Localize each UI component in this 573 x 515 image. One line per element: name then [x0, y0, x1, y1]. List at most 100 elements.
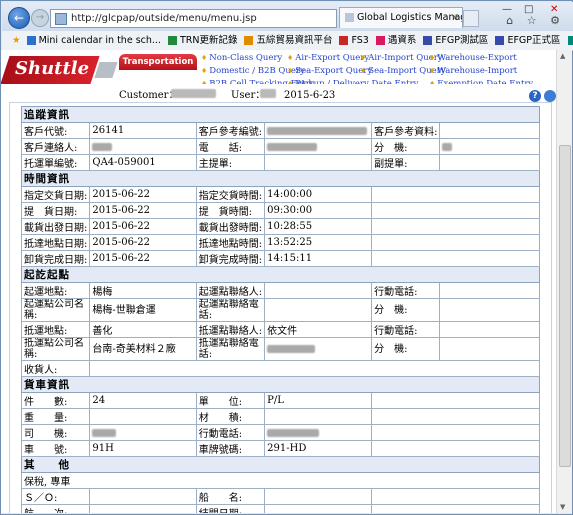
time-date: 2015-06-22: [89, 234, 197, 251]
dest-company: 台南-奇美材料２廠: [89, 337, 197, 361]
driver-mobile-label: 行動電話:: [195, 424, 266, 441]
favorite-item[interactable]: 遇資系: [375, 35, 416, 46]
dest-company-label: 抵運點公司名稱:: [20, 337, 91, 361]
help-icon[interactable]: ?: [529, 90, 541, 102]
favorites-bar: ★ Mini calendar in the sch... TRN更新記錄 五綜貿易…: [2, 31, 573, 51]
time-row: 指定交貨日期: 2015-06-22 指定交貨時間: 14:00:00: [20, 186, 540, 203]
origin-company: 楊梅-世聯倉運: [89, 298, 197, 322]
time-row: 載貨出發日期: 2015-06-22 載貨出發時間: 10:28:55: [20, 218, 540, 235]
volume-label: 材 積:: [195, 408, 266, 425]
customer-code-label: 客戶代號:: [20, 122, 91, 139]
dest-contact-label: 抵運點聯絡人:: [195, 321, 266, 338]
scroll-up-icon[interactable]: ▲: [560, 52, 565, 60]
time-label: 卸貨完成時間:: [195, 250, 266, 267]
favorite-item[interactable]: Mini calendar in the sch...: [26, 35, 161, 46]
customer-contact-redacted: [89, 138, 197, 155]
menu-air-export-query[interactable]: Air-Export Query: [287, 52, 369, 65]
vertical-scrollbar[interactable]: ▲ ▼: [556, 50, 572, 513]
customer-code: 26141: [89, 122, 197, 139]
toolbar-icons[interactable]: ⌂ ☆ ⚙: [506, 14, 565, 27]
favorite-site-icon: [167, 36, 177, 45]
driver-mobile-redacted: [264, 424, 373, 441]
pieces-label: 件 數:: [20, 392, 91, 409]
origin-mobile-label: 行動電話:: [371, 282, 441, 299]
time-date: 2015-06-22: [89, 202, 197, 219]
favorite-site-icon: [423, 36, 433, 45]
dest-mobile: [439, 321, 540, 338]
time-row: 抵達地點日期: 2015-06-22 抵達地點時間: 13:52:25: [20, 234, 540, 251]
time-row: 提 貨日期: 2015-06-22 提 貨時間: 09:30:00: [20, 202, 540, 219]
favorite-item[interactable]: 五綜貿易資訊平台: [244, 35, 332, 46]
pieces: 24: [89, 392, 197, 409]
voyage: [89, 504, 197, 513]
driver-redacted: [89, 424, 197, 441]
origin-ext: [439, 298, 540, 322]
dest-mobile-label: 行動電話:: [371, 321, 441, 338]
customer-ref-no-redacted: [264, 122, 373, 139]
close-date-label: 結關日期:: [195, 504, 266, 513]
favorite-site-icon: [339, 36, 349, 45]
time-date: 2015-06-22: [89, 250, 197, 267]
plate-label: 車牌號碼:: [195, 440, 266, 457]
browser-tab[interactable]: Global Logistics Manage... ×: [339, 7, 463, 28]
origin-contact: [264, 282, 373, 299]
plate-number: 291-HD: [264, 440, 373, 457]
time-label: 指定交貨日期:: [20, 186, 91, 203]
time-clock: 14:00:00: [264, 186, 373, 203]
dest-ext-label: 分 機:: [371, 337, 441, 361]
origin-label: 起運地點:: [20, 282, 91, 299]
title-bar: ← → http://glcpap/outside/menu/menu.jsp …: [2, 2, 573, 58]
section-route: 起訖起點: [21, 266, 540, 283]
other-note: 保稅, 專車: [21, 472, 540, 489]
favorite-item[interactable]: EFGP測試區: [423, 35, 488, 46]
time-date: 2015-06-22: [89, 186, 197, 203]
favorite-item[interactable]: TRN更新記錄: [167, 35, 238, 46]
scroll-down-icon[interactable]: ▼: [560, 503, 565, 511]
tab-title: Global Logistics Manage...: [357, 12, 462, 23]
customer-ref-data-label: 客戶參考資料:: [371, 122, 441, 139]
favorites-star-icon[interactable]: ★: [12, 35, 21, 46]
origin-ext-label: 分 機:: [371, 298, 441, 322]
tab-close-icon[interactable]: ×: [451, 8, 459, 28]
sub-bill: [439, 154, 540, 171]
menu-warehouse-export[interactable]: Warehouse-Export: [429, 52, 517, 65]
origin-phone-label: 起運點聯絡電話:: [195, 298, 266, 322]
origin-contact-label: 起運點聯絡人:: [195, 282, 266, 299]
section-cargo: 貨車資訊: [21, 376, 540, 393]
favorite-site-icon: [567, 36, 573, 45]
section-time: 時間資訊: [21, 170, 540, 187]
dest-contact: 依文件: [264, 321, 373, 338]
back-arrow-icon[interactable]: ←: [8, 7, 30, 29]
favorite-item[interactable]: FS3: [339, 35, 369, 46]
driver-label: 司 機:: [20, 424, 91, 441]
time-clock: 09:30:00: [264, 202, 373, 219]
favorite-item[interactable]: 易新e-Service: [567, 35, 573, 46]
tab-favicon-icon: [345, 13, 354, 22]
unit-label: 單 位:: [195, 392, 266, 409]
favorite-site-icon: [26, 36, 36, 45]
menu-non-class-query[interactable]: Non-Class Query: [201, 52, 282, 65]
dest-label: 抵運地點:: [20, 321, 91, 338]
section-other: 其 他: [21, 456, 540, 473]
home-icon[interactable]: [544, 90, 556, 102]
ext-label: 分 機:: [371, 138, 441, 155]
master-bill: [264, 154, 373, 171]
ship-name: [264, 488, 373, 505]
dest-value: 善化: [89, 321, 197, 338]
time-date: 2015-06-22: [89, 218, 197, 235]
waybill-label: 托運單編號:: [20, 154, 91, 171]
transportation-tab[interactable]: Transportation: [119, 54, 197, 70]
favorite-label: TRN更新記錄: [179, 35, 238, 46]
address-bar[interactable]: http://glcpap/outside/menu/menu.jsp ⌕ ▾ …: [50, 9, 349, 58]
time-row: 卸貨完成日期: 2015-06-22 卸貨完成時間: 14:15:11: [20, 250, 540, 267]
truck-label: 車 號:: [20, 440, 91, 457]
favorite-item[interactable]: EFGP正式區: [495, 35, 561, 46]
forward-arrow-icon[interactable]: →: [31, 9, 49, 27]
waybill-number: QA4-059001: [89, 154, 197, 171]
scroll-thumb[interactable]: [559, 145, 571, 467]
shuttle-logo: Shuttle: [1, 52, 118, 88]
ship-name-label: 船 名:: [195, 488, 266, 505]
menu-warehouse-import[interactable]: Warehouse-Import: [429, 65, 517, 78]
new-tab-button[interactable]: [463, 10, 479, 27]
section-tracking: 追蹤資訊: [21, 106, 540, 123]
